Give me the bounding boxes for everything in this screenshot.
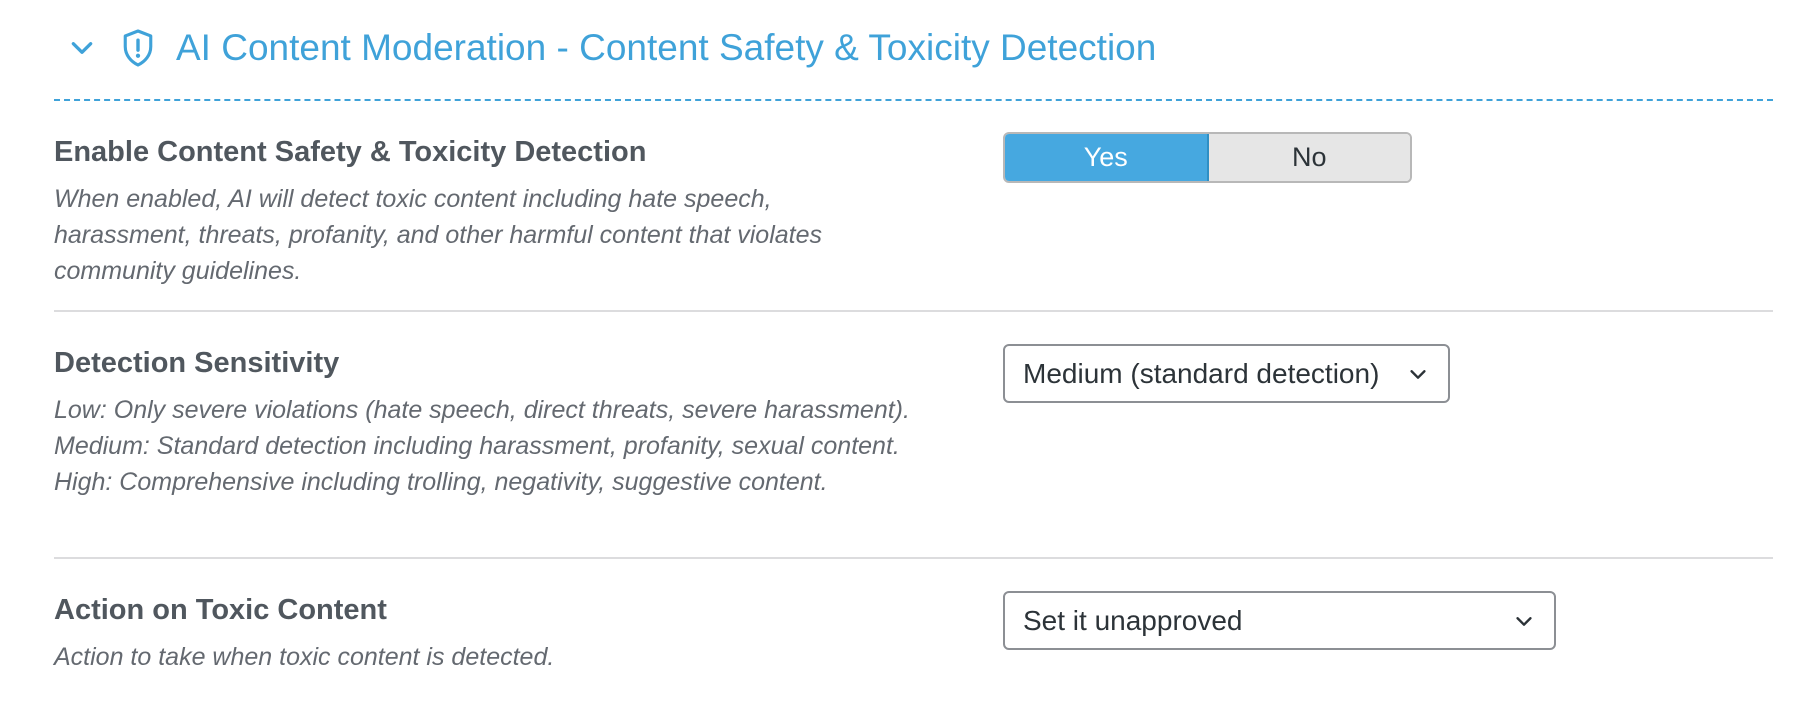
select-value: Medium (standard detection) <box>1023 357 1380 389</box>
setting-description: Low: Only severe violations (hate speech… <box>54 396 910 496</box>
row-divider <box>54 557 1773 559</box>
shield-alert-icon <box>119 27 157 69</box>
setting-label: Enable Content Safety & Toxicity Detecti… <box>54 136 647 168</box>
toggle-no-button[interactable]: No <box>1208 134 1410 181</box>
row-divider <box>54 310 1773 312</box>
sensitivity-select[interactable]: Medium (standard detection) <box>1003 344 1450 403</box>
chevron-down-icon[interactable] <box>67 33 97 63</box>
setting-description: Action to take when toxic content is det… <box>54 643 555 671</box>
section-title: AI Content Moderation - Content Safety &… <box>176 27 1157 68</box>
action-select[interactable]: Set it unapproved <box>1003 591 1556 650</box>
setting-description: When enabled, AI will detect toxic conte… <box>54 185 823 285</box>
setting-label: Detection Sensitivity <box>54 347 340 379</box>
setting-label: Action on Toxic Content <box>54 594 387 626</box>
chevron-down-icon <box>1512 609 1536 633</box>
section-header: AI Content Moderation - Content Safety &… <box>67 18 1156 78</box>
enable-toggle[interactable]: Yes No <box>1003 132 1412 183</box>
toggle-yes-button[interactable]: Yes <box>1005 134 1209 181</box>
section-divider <box>54 99 1773 101</box>
select-value: Set it unapproved <box>1023 604 1243 636</box>
chevron-down-icon <box>1406 362 1430 386</box>
